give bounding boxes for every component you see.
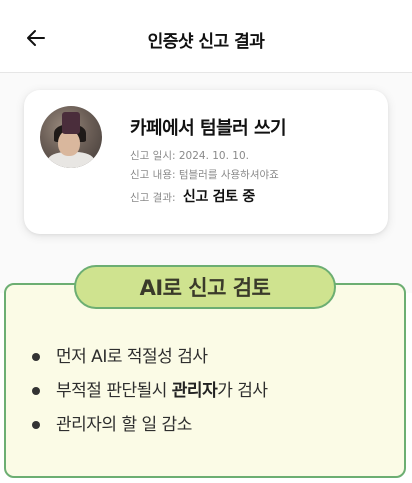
callout-list: 먼저 AI로 적절성 검사 부적절 판단될시 관리자가 검사 관리자의 할 일 … xyxy=(30,340,268,442)
bullet-text-1: 먼저 AI로 적절성 검사 xyxy=(56,347,208,367)
report-date: 신고 일시: 2024. 10. 10. xyxy=(130,148,249,163)
list-item: 먼저 AI로 적절성 검사 xyxy=(30,340,268,374)
report-date-label: 신고 일시: xyxy=(130,150,176,162)
report-date-value: 2024. 10. 10. xyxy=(178,150,249,162)
bullet-icon xyxy=(32,387,40,395)
report-content-value: 텀블러를 사용하셔야죠 xyxy=(178,169,279,181)
report-title: 카페에서 텀블러 쓰기 xyxy=(130,118,287,139)
report-result-label: 신고 결과: xyxy=(130,192,176,204)
bullet-text-3: 관리자의 할 일 감소 xyxy=(56,415,192,435)
report-content: 신고 내용: 텀블러를 사용하셔야죠 xyxy=(130,167,279,182)
list-item: 부적절 판단될시 관리자가 검사 xyxy=(30,374,268,408)
callout-heading: AI로 신고 검토 xyxy=(74,265,336,309)
bullet-icon xyxy=(32,353,40,361)
page-title: 인증샷 신고 결과 xyxy=(147,32,265,52)
bullet-text-2-post: 가 검사 xyxy=(217,381,268,401)
report-result: 신고 결과: 신고 검토 중 xyxy=(130,186,255,206)
report-content-label: 신고 내용: xyxy=(130,169,176,181)
bullet-text-2-pre: 부적절 판단될시 xyxy=(56,381,172,401)
list-item: 관리자의 할 일 감소 xyxy=(30,408,268,442)
avatar xyxy=(40,106,102,168)
bullet-text-2-bold: 관리자 xyxy=(171,381,218,401)
status-badge: 신고 검토 중 xyxy=(182,189,255,205)
app-header: 인증샷 신고 결과 xyxy=(0,0,412,73)
report-card[interactable]: 카페에서 텀블러 쓰기 신고 일시: 2024. 10. 10. 신고 내용: … xyxy=(24,90,388,234)
bullet-icon xyxy=(32,421,40,429)
